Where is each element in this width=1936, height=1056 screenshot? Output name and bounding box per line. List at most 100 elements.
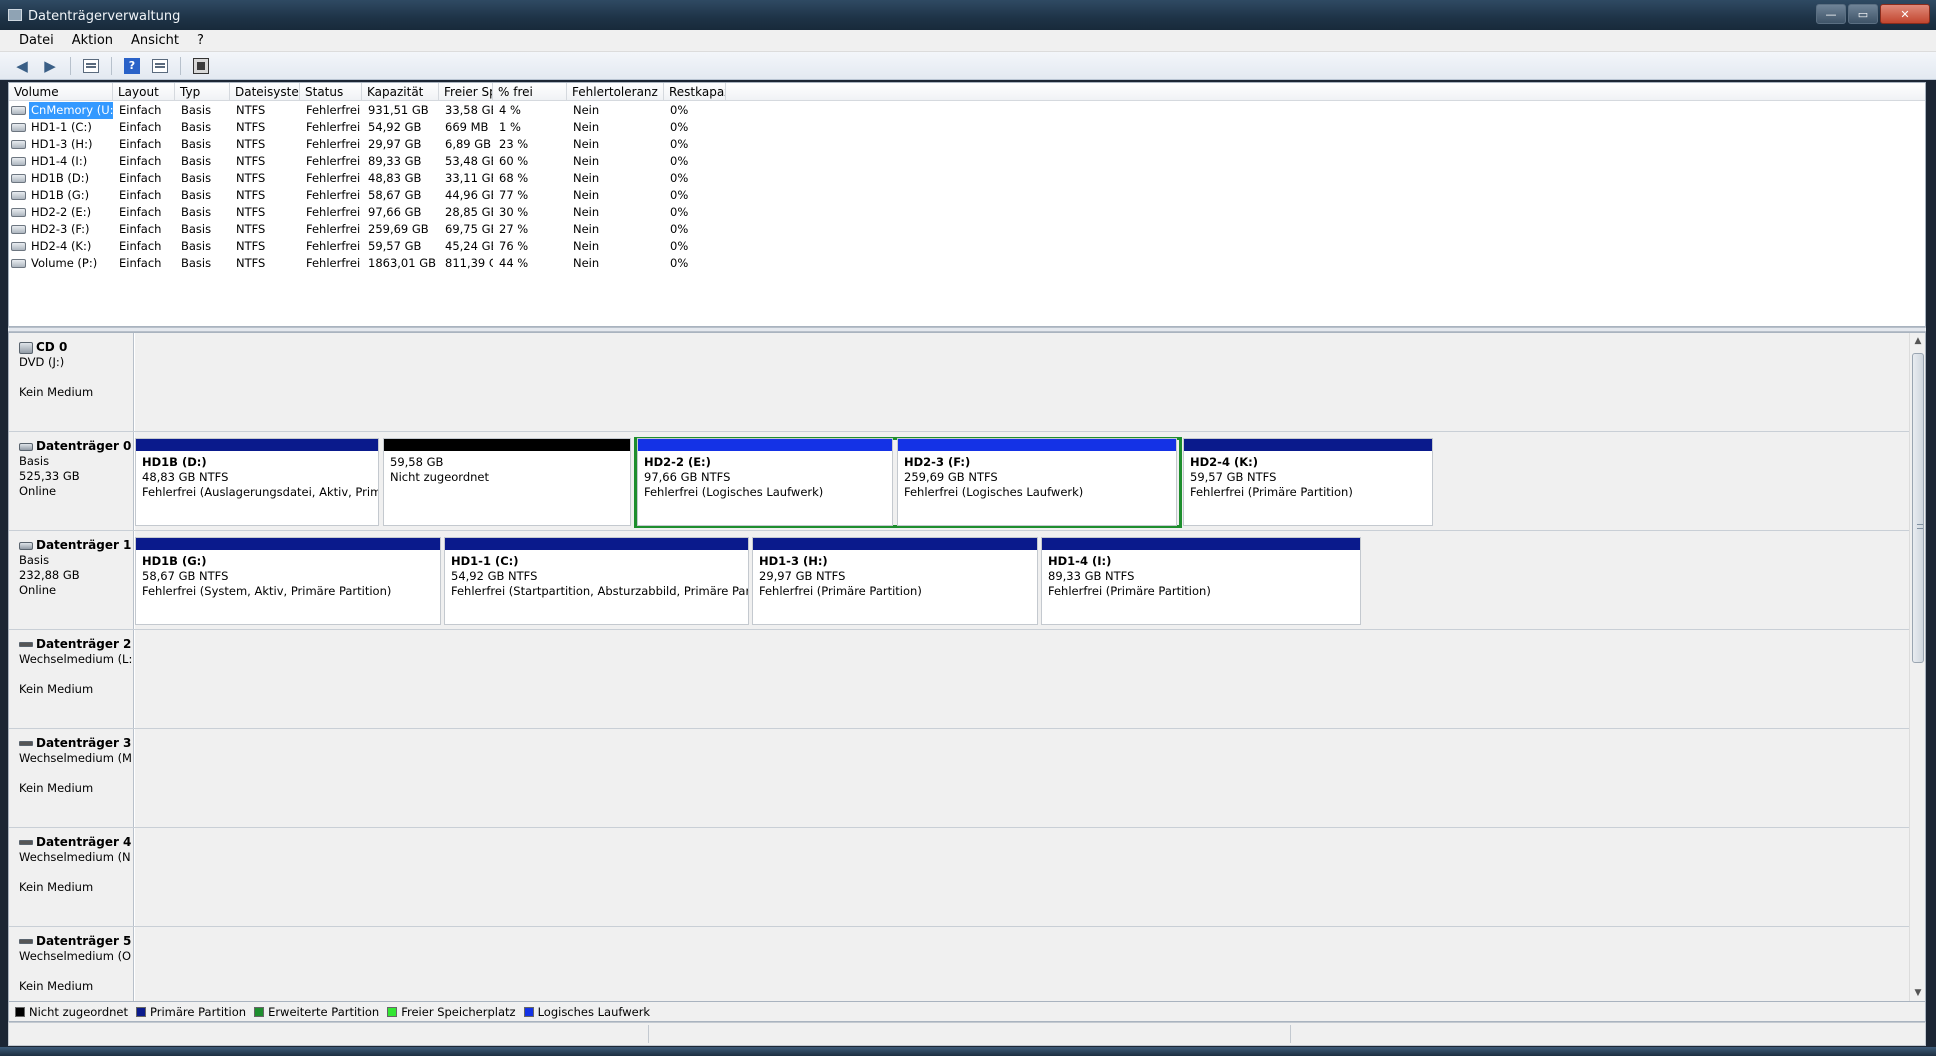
removable-drive-icon (19, 741, 33, 746)
disk-name: Datenträger 1 (19, 538, 133, 553)
disk-pane: CD 0 DVD (J:) Kein Medium Datenträger 0 Basi… (8, 332, 1926, 1002)
legend-swatch (523, 1006, 534, 1017)
disk-label[interactable]: Datenträger 5 Wechselmedium (O Kein Medium (9, 927, 134, 1001)
volume-row[interactable]: HD2-2 (E:) Einfach Basis NTFS Fehlerfrei (..… (9, 204, 1925, 221)
volume-list[interactable]: VolumeLayoutTypDateisystemStatusKapazitä… (8, 82, 1926, 327)
column-layout-header[interactable]: Layout (113, 83, 175, 101)
overhead-cell: 0% (670, 256, 689, 270)
column-free-space-header[interactable]: Freier Sp... (439, 83, 493, 101)
console-tree-button[interactable] (79, 55, 103, 77)
legend-swatch (254, 1006, 265, 1017)
disk-info-line: Kein Medium (19, 979, 94, 993)
help-button[interactable]: ? (120, 55, 144, 77)
scroll-down-icon[interactable]: ▼ (1910, 985, 1925, 1001)
maximize-button[interactable]: ▭ (1848, 4, 1878, 24)
volume-row[interactable]: HD1-1 (C:) Einfach Basis NTFS Fehlerfrei (..… (9, 119, 1925, 136)
disk-label[interactable]: Datenträger 0 Basis 525,33 GB Online (9, 432, 134, 530)
volume-row[interactable]: Volume (P:) Einfach Basis NTFS Fehlerfrei (.… (9, 255, 1925, 272)
disk-label[interactable]: Datenträger 4 Wechselmedium (N Kein Medium (9, 828, 134, 926)
column-percent-free-header[interactable]: % frei (493, 83, 567, 101)
disk-label[interactable]: CD 0 DVD (J:) Kein Medium (9, 333, 134, 431)
volume-row[interactable]: HD1B (G:) Einfach Basis NTFS Fehlerfrei (...… (9, 187, 1925, 204)
overhead-cell: 0% (670, 222, 689, 236)
status-cell: Fehlerfrei (... (306, 120, 362, 134)
back-button[interactable]: ◀ (10, 55, 34, 77)
disk-name: CD 0 (19, 340, 133, 355)
vertical-scrollbar[interactable]: ▲ ▼ (1909, 333, 1925, 1001)
partition-logical[interactable]: HD2-3 (F:) 259,69 GB NTFS Fehlerfrei (Logi… (897, 438, 1177, 526)
volume-row[interactable]: HD2-4 (K:) Einfach Basis NTFS Fehlerfrei (..… (9, 238, 1925, 255)
capacity-cell: 29,97 GB (368, 137, 422, 151)
column-capacity-header[interactable]: Kapazität (362, 83, 439, 101)
volume-row[interactable]: HD1-4 (I:) Einfach Basis NTFS Fehlerfrei (..… (9, 153, 1925, 170)
partition-primary[interactable]: HD2-4 (K:) 59,57 GB NTFS Fehlerfrei (Primä… (1183, 438, 1433, 526)
filesystem-cell: NTFS (236, 205, 266, 219)
hard-disk-icon (19, 541, 33, 550)
free-space-cell: 669 MB (445, 120, 489, 134)
partition-primary[interactable]: HD1B (D:) 48,83 GB NTFS Fehlerfrei (Auslag… (135, 438, 379, 526)
partition-unallocated[interactable]: 59,58 GB Nicht zugeordnet (383, 438, 631, 526)
filesystem-cell: NTFS (236, 222, 266, 236)
partition-size: 48,83 GB NTFS (142, 470, 229, 484)
disk-info-gap (19, 667, 133, 682)
scrollbar-thumb[interactable] (1912, 353, 1924, 663)
free-space-cell: 33,11 GB (445, 171, 493, 185)
partition-color-bar (1042, 538, 1360, 550)
partition-name: HD1-4 (I:) (1048, 554, 1112, 568)
menu-view[interactable]: Ansicht (122, 31, 188, 51)
column-filesystem-header[interactable]: Dateisystem (230, 83, 300, 101)
column-type-header[interactable]: Typ (175, 83, 230, 101)
disk-partition-area (135, 333, 1911, 431)
menu-file[interactable]: Datei (10, 31, 63, 51)
partition-color-bar (753, 538, 1037, 550)
menu-action[interactable]: Aktion (63, 31, 122, 51)
volume-row[interactable]: HD2-3 (F:) Einfach Basis NTFS Fehlerfrei (..… (9, 221, 1925, 238)
capacity-cell: 931,51 GB (368, 103, 429, 117)
disk-partition-area (135, 630, 1911, 728)
disk-label[interactable]: Datenträger 3 Wechselmedium (M Kein Medium (9, 729, 134, 827)
type-cell: Basis (181, 222, 212, 236)
column-volume-header[interactable]: Volume (9, 83, 113, 101)
disk-info-line: Kein Medium (19, 880, 94, 894)
removable-drive-icon (19, 642, 33, 647)
volume-row[interactable]: HD1B (D:) Einfach Basis NTFS Fehlerfrei (...… (9, 170, 1925, 187)
disk-label[interactable]: Datenträger 1 Basis 232,88 GB Online (9, 531, 134, 629)
volume-row[interactable]: CnMemory (U:) Einfach Basis NTFS Fehlerfrei … (9, 102, 1925, 119)
partition-info: HD2-4 (K:) 59,57 GB NTFS Fehlerfrei (Primä… (1184, 451, 1432, 500)
disk-info-line: Kein Medium (19, 385, 94, 399)
list-view-button[interactable] (148, 55, 172, 77)
partition-primary[interactable]: HD1-4 (I:) 89,33 GB NTFS Fehlerfrei (Primä… (1041, 537, 1361, 625)
volume-name-cell: HD2-3 (F:) (9, 221, 113, 238)
percent-free-cell: 1 % (499, 120, 521, 134)
partition-status: Fehlerfrei (Logisches Laufwerk) (644, 485, 824, 499)
minimize-button[interactable]: — (1816, 4, 1846, 24)
properties-button[interactable] (189, 55, 213, 77)
filesystem-cell: NTFS (236, 256, 266, 270)
disk-info-line: DVD (J:) (19, 355, 65, 369)
fault-tolerance-cell: Nein (573, 205, 600, 219)
disk-label[interactable]: Datenträger 2 Wechselmedium (L: Kein Mediu… (9, 630, 134, 728)
layout-cell: Einfach (119, 137, 162, 151)
scroll-up-icon[interactable]: ▲ (1910, 333, 1925, 349)
volume-name: HD1-3 (H:) (31, 137, 93, 151)
free-space-cell: 45,24 GB (445, 239, 493, 253)
fault-tolerance-cell: Nein (573, 222, 600, 236)
close-button[interactable]: ✕ (1880, 4, 1930, 24)
partition-logical[interactable]: HD2-2 (E:) 97,66 GB NTFS Fehlerfrei (Logis… (637, 438, 893, 526)
column-status-header[interactable]: Status (300, 83, 362, 101)
menu-help[interactable]: ? (188, 31, 213, 51)
forward-button[interactable]: ▶ (38, 55, 62, 77)
disk-partition-area: HD1B (D:) 48,83 GB NTFS Fehlerfrei (Auslag… (135, 432, 1911, 530)
capacity-cell: 54,92 GB (368, 120, 422, 134)
partition-primary[interactable]: HD1-3 (H:) 29,97 GB NTFS Fehlerfrei (Primä… (752, 537, 1038, 625)
cd-drive-icon (19, 341, 33, 354)
type-cell: Basis (181, 103, 212, 117)
partition-primary[interactable]: HD1B (G:) 58,67 GB NTFS Fehlerfrei (System… (135, 537, 441, 625)
layout-cell: Einfach (119, 222, 162, 236)
disk-name-text: Datenträger 5 (36, 934, 132, 948)
partition-primary[interactable]: HD1-1 (C:) 54,92 GB NTFS Fehlerfrei (Start… (444, 537, 749, 625)
column-fault-tolerance-header[interactable]: Fehlertoleranz (567, 83, 664, 101)
column-overhead-header[interactable]: Restkapazi... (664, 83, 726, 101)
disk-partition-area (135, 729, 1911, 827)
volume-row[interactable]: HD1-3 (H:) Einfach Basis NTFS Fehlerfrei (..… (9, 136, 1925, 153)
